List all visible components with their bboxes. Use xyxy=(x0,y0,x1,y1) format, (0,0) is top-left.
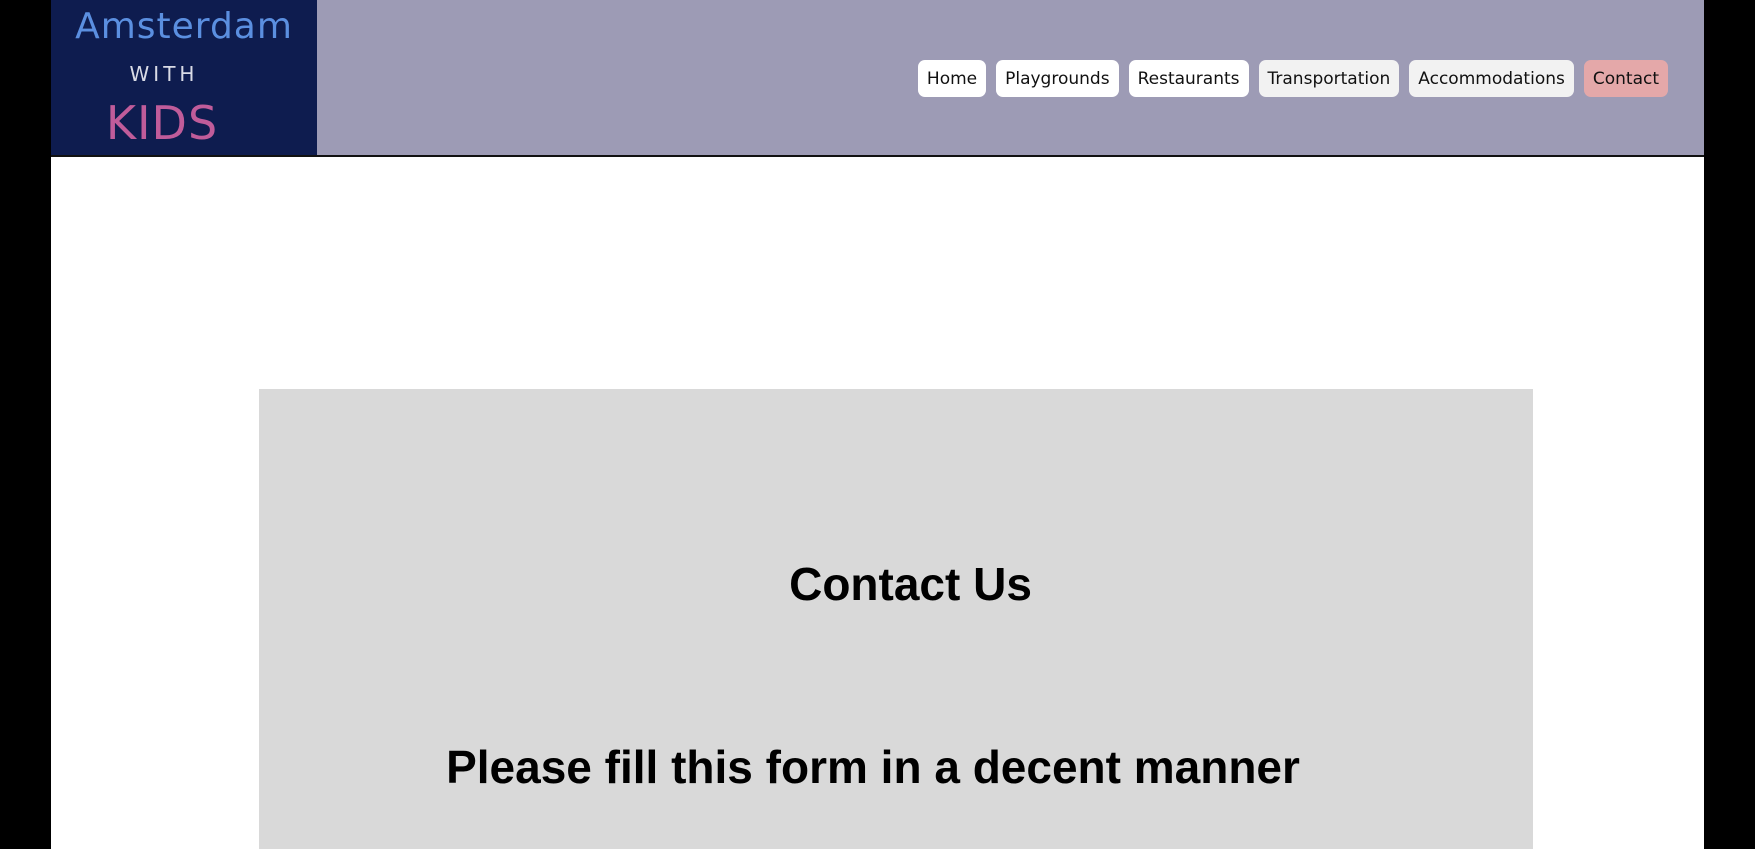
page-title: Contact Us xyxy=(789,558,1032,610)
logo-line-kids: KIDS xyxy=(105,96,219,150)
contact-form-section: Contact Us Please fill this form in a de… xyxy=(259,389,1533,849)
site-logo[interactable]: Amsterdam WITH KIDS xyxy=(51,0,317,155)
nav-home-button[interactable]: Home xyxy=(917,60,987,97)
nav-playgrounds-button[interactable]: Playgrounds xyxy=(996,60,1119,97)
site-header: Amsterdam WITH KIDS Home Playgrounds Res… xyxy=(51,0,1704,157)
logo-line-amsterdam: Amsterdam xyxy=(75,6,293,47)
nav-accommodations-button[interactable]: Accommodations xyxy=(1409,60,1574,97)
nav-transportation-button[interactable]: Transportation xyxy=(1258,60,1400,97)
page: Amsterdam WITH KIDS Home Playgrounds Res… xyxy=(51,0,1704,849)
form-subtitle: Please fill this form in a decent manner xyxy=(446,741,1300,793)
nav-restaurants-button[interactable]: Restaurants xyxy=(1128,60,1249,97)
logo-line-with: WITH xyxy=(129,62,199,86)
main-nav: Home Playgrounds Restaurants Transportat… xyxy=(917,60,1668,97)
nav-contact-button[interactable]: Contact xyxy=(1583,60,1668,97)
